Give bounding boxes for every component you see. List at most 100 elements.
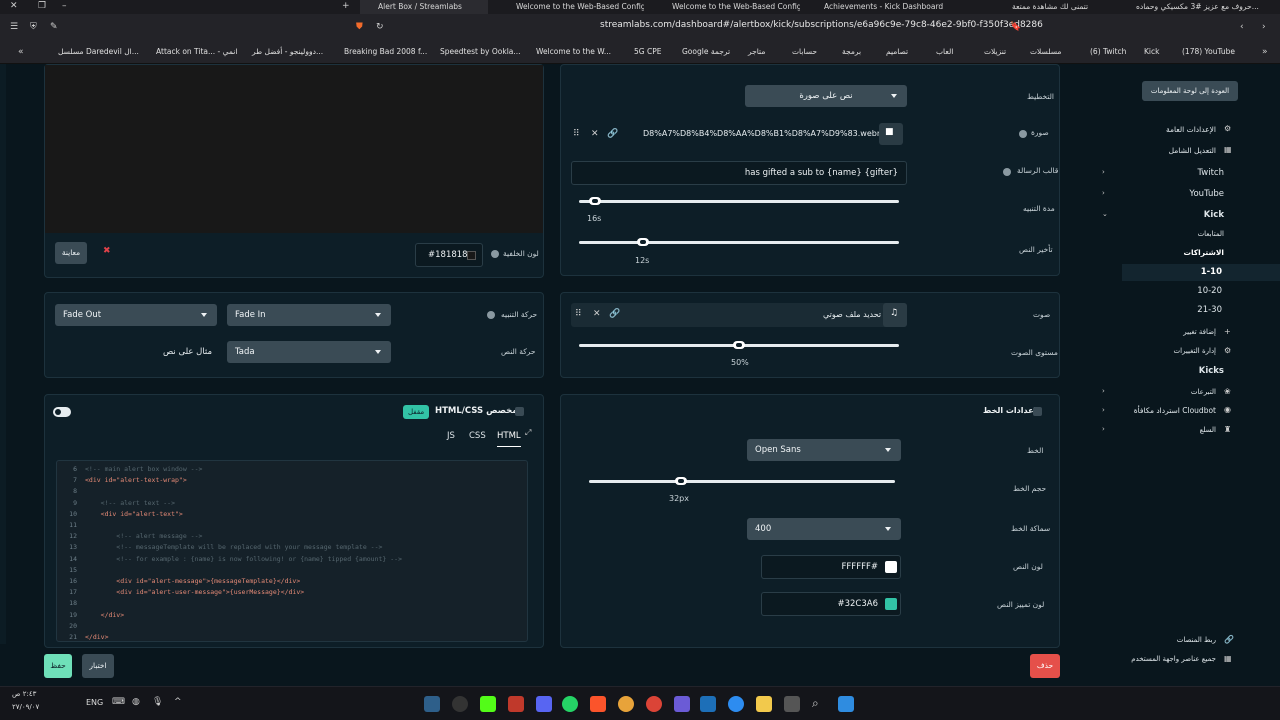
sidebar-item-general-settings[interactable]: الإعدادات العامة <box>1166 125 1216 134</box>
kick-taskbar-icon[interactable] <box>480 696 496 712</box>
select-sound-file[interactable]: تحديد ملف صوتي <box>823 310 881 319</box>
chevron-right-icon[interactable]: › <box>1102 387 1105 395</box>
bookmark-item[interactable]: 5G CPE <box>634 47 661 56</box>
more-bookmarks-icon[interactable]: » <box>1262 47 1268 57</box>
app2-taskbar-icon[interactable] <box>674 696 690 712</box>
sidebar-item-donations[interactable]: التبرعات <box>1191 388 1216 396</box>
add-variation-link[interactable]: إضافة تغيير <box>1183 328 1216 336</box>
close-window-icon[interactable]: ✕ <box>10 1 18 11</box>
steam-taskbar-icon[interactable] <box>424 696 440 712</box>
bookmark-item[interactable]: Breaking Bad 2008 f... <box>344 47 427 56</box>
file-explorer-taskbar-icon[interactable] <box>756 696 772 712</box>
back-icon[interactable]: ‹ <box>1240 22 1244 32</box>
sidebar-item-twitch[interactable]: Twitch <box>1198 168 1225 178</box>
sidebar-item-subscriptions[interactable]: الاشتراكات <box>1183 248 1224 257</box>
reload-icon[interactable]: ↻ <box>376 22 384 32</box>
sidebar-item-range-21-30[interactable]: 21-30 <box>1197 305 1222 315</box>
sidebar-item-range-10-20[interactable]: 10-20 <box>1197 286 1222 296</box>
text-color-swatch[interactable] <box>885 561 897 573</box>
message-template-input[interactable]: has gifted a sub to {name} {gifter} <box>571 161 907 185</box>
bg-color-input[interactable]: #181818 <box>415 243 483 267</box>
text-color-input[interactable]: FFFFFF# <box>761 555 901 579</box>
restore-window-icon[interactable]: ❐ <box>38 1 46 11</box>
bookmark-item[interactable]: حسابات <box>792 47 817 56</box>
bookmark-item[interactable]: دوولينجو - أفضل طر... <box>252 47 323 56</box>
show-hidden-icons[interactable]: ^ <box>174 697 182 707</box>
bookmark-item[interactable]: العاب <box>936 47 953 56</box>
tab-js[interactable]: JS <box>447 431 455 441</box>
extensions-icon[interactable]: ✎ <box>50 22 58 32</box>
sidebar-item-kick[interactable]: Kick <box>1204 210 1224 220</box>
alert-duration-slider[interactable] <box>579 200 899 203</box>
app3-taskbar-icon[interactable] <box>700 696 716 712</box>
chrome-taskbar-icon[interactable] <box>618 696 634 712</box>
bg-color-swatch[interactable] <box>467 251 476 260</box>
volume-handle[interactable] <box>733 341 745 349</box>
layout-dropdown[interactable]: نص على صورة <box>745 85 907 107</box>
delete-button[interactable]: حذف <box>1030 654 1060 678</box>
url-bar[interactable]: streamlabs.com/dashboard#/alertbox/kick/… <box>600 20 1043 30</box>
start-button[interactable] <box>838 696 854 712</box>
tab-web-config-1[interactable]: Welcome to the Web-Based Config... <box>504 0 644 14</box>
tab-web-config-2[interactable]: Welcome to the Web-Based Config... <box>660 0 800 14</box>
bookmark-item[interactable]: Kick <box>1144 47 1159 56</box>
alert-duration-handle[interactable] <box>589 197 601 205</box>
bookmark-item[interactable]: Speedtest by Ookla... <box>440 47 521 56</box>
save-button[interactable]: حفظ <box>44 654 72 678</box>
bookmark-item[interactable]: مسلسلات <box>1030 47 1061 56</box>
sidebar-item-kicks[interactable]: Kicks <box>1199 366 1224 376</box>
all-widgets-link[interactable]: جميع عناصر واجهة المستخدم <box>1131 655 1216 663</box>
obs-taskbar-icon[interactable] <box>452 696 468 712</box>
link-platforms-link[interactable]: ربط المنصات <box>1177 636 1216 644</box>
sidebar-item-cloudbot[interactable]: استرداد مكافأة Cloudbot <box>1134 406 1216 415</box>
bookmark-item[interactable]: (6) Twitch <box>1090 47 1126 56</box>
font-size-slider[interactable] <box>589 480 895 483</box>
brave-taskbar-icon[interactable] <box>590 696 606 712</box>
network-icon[interactable]: ◍ <box>132 697 140 707</box>
link-icon[interactable]: 🔗 <box>609 309 620 319</box>
microphone-icon[interactable]: 🎙 <box>152 697 163 707</box>
highlight-color-swatch[interactable] <box>885 598 897 610</box>
sidebar-item-global-edit[interactable]: التعديل الشامل <box>1169 146 1216 155</box>
bookmark-item[interactable]: Google ترجمة <box>682 47 730 56</box>
tab-kick-achievements[interactable]: Achievements - Kick Dashboard <box>812 0 952 14</box>
drag-handle-icon[interactable]: ⠿ <box>575 309 582 319</box>
menu-icon[interactable]: ☰ <box>10 22 18 32</box>
bookmark-item[interactable]: تنزيلات <box>984 47 1006 56</box>
bookmark-item[interactable]: Attack on Tita... - انمي <box>156 47 237 56</box>
video-file-button[interactable]: ■ <box>879 123 903 145</box>
tab-video-1[interactable]: تتمنى لك مشاهدة ممتعة <box>1000 0 1112 14</box>
mute-icon[interactable]: ✖ <box>103 246 111 256</box>
sidebar-item-youtube[interactable]: YouTube <box>1189 189 1224 199</box>
bookmark-item[interactable]: تصاميم <box>886 47 908 56</box>
chrome-profile-taskbar-icon[interactable] <box>646 696 662 712</box>
font-weight-dropdown[interactable]: 400 <box>747 518 901 540</box>
brave-shield-icon[interactable]: ⛊ <box>356 22 363 32</box>
tab-html[interactable]: HTML <box>497 431 521 447</box>
discord-taskbar-icon[interactable] <box>536 696 552 712</box>
chevron-right-icon[interactable]: › <box>1102 189 1105 197</box>
text-animation-dropdown[interactable]: Tada <box>227 341 391 363</box>
chevron-right-icon[interactable]: › <box>1102 406 1105 414</box>
alert-out-dropdown[interactable]: Fade Out <box>55 304 217 326</box>
bookmarks-overflow-icon[interactable]: « <box>18 47 24 57</box>
sidebar-item-range-1-10[interactable]: 1-10 <box>1201 267 1222 277</box>
edge-taskbar-icon[interactable] <box>728 696 744 712</box>
preview-button[interactable]: معاينة <box>55 242 87 264</box>
bookmark-icon[interactable]: 🔖 <box>1010 22 1021 32</box>
highlight-color-input[interactable]: #32C3A6 <box>761 592 901 616</box>
language-indicator[interactable]: ENG <box>86 698 103 707</box>
back-to-dashboard-button[interactable]: العودة إلى لوحة المعلومات <box>1142 81 1238 101</box>
expand-icon[interactable]: ⤢ <box>525 428 531 438</box>
forward-icon[interactable]: › <box>1262 22 1266 32</box>
chevron-right-icon[interactable]: › <box>1102 425 1105 433</box>
bookmark-item[interactable]: متاجر <box>748 47 765 56</box>
new-tab-icon[interactable]: + <box>342 1 350 11</box>
alert-in-dropdown[interactable]: Fade In <box>227 304 391 326</box>
manage-variations-link[interactable]: إدارة التغييرات <box>1174 347 1216 355</box>
sidebar-item-merch[interactable]: السلع <box>1200 426 1216 434</box>
collapse-icon[interactable] <box>1033 407 1042 416</box>
chevron-right-icon[interactable]: › <box>1102 168 1105 176</box>
whatsapp-taskbar-icon[interactable] <box>562 696 578 712</box>
minimize-window-icon[interactable]: – <box>62 1 67 11</box>
